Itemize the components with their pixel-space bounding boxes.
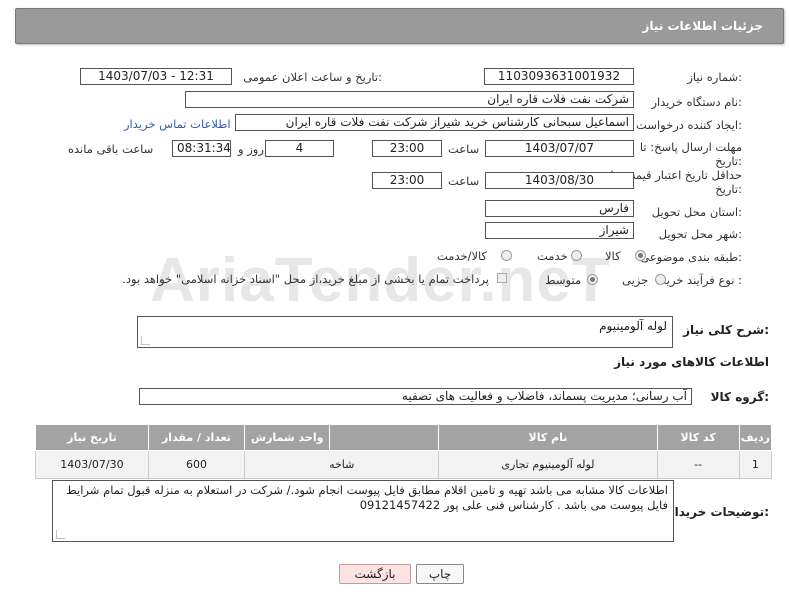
buyer-notes-label: توضیحات خریدار: xyxy=(667,505,769,519)
announce-field: 1403/07/03 - 12:31 xyxy=(80,68,232,85)
validity-time-label: ساعت xyxy=(448,174,480,188)
table-header-row: تاریخ نیاز تعداد / مقدار واحد شمارش نام … xyxy=(35,424,773,451)
print-button[interactable]: چاپ xyxy=(416,564,464,584)
goods-group-label: گروه کالا: xyxy=(710,390,769,404)
page-title: جزئیات اطلاعات نیاز xyxy=(642,19,763,33)
process-option-medium: متوسط xyxy=(545,273,582,287)
province-label: استان محل تحویل: xyxy=(651,205,742,219)
section-header: جزئیات اطلاعات نیاز xyxy=(15,8,784,44)
process-radio-minor[interactable] xyxy=(655,274,666,285)
category-radio-both[interactable] xyxy=(501,250,512,261)
days-label: روز و xyxy=(238,142,264,156)
table-row[interactable]: 1403/07/30 600 شاخه لوله آلومینیوم تجاری… xyxy=(35,450,773,479)
need-number-label: شماره نیاز: xyxy=(687,70,742,84)
city-field: شیراز xyxy=(485,222,634,239)
deadline-date-field: 1403/07/07 xyxy=(485,140,634,157)
city-label: شهر محل تحویل: xyxy=(658,227,742,241)
remaining-label: ساعت باقی مانده xyxy=(68,142,154,156)
col-quantity: تعداد / مقدار xyxy=(147,424,246,451)
validity-date-field: 1403/08/30 xyxy=(485,172,634,189)
col-need-date: تاریخ نیاز xyxy=(35,424,149,451)
cell-goods-name: لوله آلومینیوم تجاری xyxy=(438,450,658,479)
back-button[interactable]: بازگشت xyxy=(339,564,411,584)
summary-text: لوله آلومینیوم xyxy=(599,319,667,333)
goods-info-title: اطلاعات کالاهای مورد نیاز xyxy=(614,355,769,369)
process-label: نوع فرآیند خرید : xyxy=(660,273,742,287)
summary-textarea[interactable]: لوله آلومینیوم xyxy=(137,316,673,348)
cell-row-number: 1 xyxy=(738,450,773,479)
category-option-goods: کالا xyxy=(605,249,621,263)
process-option-minor: جزیی xyxy=(622,273,649,287)
buyer-label: نام دستگاه خریدار: xyxy=(651,95,742,109)
creator-label: ایجاد کننده درخواست: xyxy=(636,118,742,132)
payment-note: پرداخت تمام یا بخشی از مبلغ خرید،از محل … xyxy=(122,272,489,286)
deadline-label: مهلت ارسال پاسخ: تا xyxy=(639,140,742,154)
goods-table: تاریخ نیاز تعداد / مقدار واحد شمارش نام … xyxy=(35,424,773,479)
remaining-time-field: 08:31:34 xyxy=(172,140,231,157)
buyer-contact-link[interactable]: اطلاعات تماس خریدار xyxy=(124,117,231,131)
validity-time-field: 23:00 xyxy=(372,172,442,189)
days-field: 4 xyxy=(265,140,334,157)
category-radio-service[interactable] xyxy=(571,250,582,261)
cell-goods-code: -- xyxy=(656,450,740,479)
category-label: طبقه بندی موضوعی: xyxy=(640,250,742,264)
creator-field: اسماعیل سبحانی کارشناس خرید شیراز شرکت ن… xyxy=(235,114,634,131)
col-row-number: ردیف xyxy=(738,424,773,451)
buyer-notes-textarea[interactable]: اطلاعات کالا مشابه می باشد تهیه و تامین … xyxy=(52,480,674,542)
col-count-unit-spacer xyxy=(329,424,440,451)
process-radio-medium[interactable] xyxy=(587,274,598,285)
announce-label: تاریخ و ساعت اعلان عمومی: xyxy=(243,70,382,84)
category-option-service: خدمت xyxy=(537,249,568,263)
cell-quantity: 600 xyxy=(147,450,246,479)
province-field: فارس xyxy=(485,200,634,217)
summary-label: شرح کلی نیاز: xyxy=(683,323,769,337)
buyer-field: شرکت نفت فلات قاره ایران xyxy=(185,91,634,108)
need-number-field: 1103093631001932 xyxy=(484,68,634,85)
validity-label-date: تاریخ: xyxy=(715,182,742,196)
col-unit: واحد شمارش xyxy=(244,424,331,451)
cell-unit: شاخه xyxy=(244,450,440,479)
deadline-label-date: تاریخ: xyxy=(715,154,742,168)
col-goods-code: کد کالا xyxy=(656,424,740,451)
cell-need-date: 1403/07/30 xyxy=(35,450,149,479)
col-goods-name: نام کالا xyxy=(438,424,658,451)
buyer-notes-text: اطلاعات کالا مشابه می باشد تهیه و تامین … xyxy=(66,483,668,512)
deadline-time-label: ساعت xyxy=(448,142,480,156)
payment-checkbox[interactable] xyxy=(497,273,507,283)
resize-grip-icon[interactable] xyxy=(56,530,65,539)
goods-group-field: آب رسانی؛ مدیریت پسماند، فاضلاب و فعالیت… xyxy=(139,388,692,405)
deadline-time-field: 23:00 xyxy=(372,140,442,157)
category-radio-goods[interactable] xyxy=(635,250,646,261)
resize-grip-icon[interactable] xyxy=(141,336,150,345)
category-option-both: کالا/خدمت xyxy=(437,249,488,263)
